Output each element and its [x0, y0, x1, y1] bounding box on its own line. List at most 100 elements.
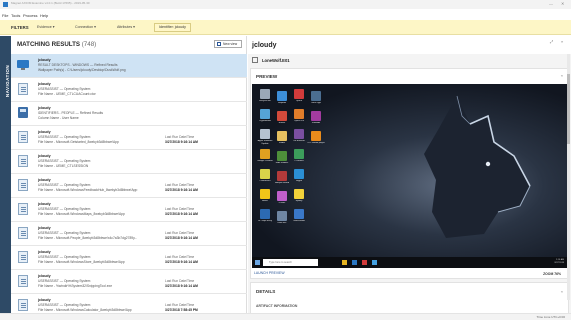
- detail-scrollbar[interactable]: [567, 54, 570, 300]
- result-row[interactable]: jcloudy USERASSIST — Operating System File…: [11, 198, 247, 222]
- result-detail: File Name - Microsoft.WindowsCalculator_…: [38, 308, 132, 312]
- preview-title: PREVIEW: [256, 74, 278, 79]
- app-icon: [294, 149, 304, 159]
- menu-file[interactable]: File: [2, 13, 8, 18]
- last-run-value: 3/27/2018 9:16:14 AM: [165, 236, 198, 240]
- expand-icon[interactable]: ⤢: [550, 39, 553, 44]
- desktop-shortcut-label: Spotify: [295, 200, 303, 202]
- evidence-filter-dropdown[interactable]: Evidence ▾: [37, 25, 55, 29]
- evidence-icon: [252, 57, 258, 63]
- menu-process[interactable]: Process: [23, 13, 37, 18]
- last-run-value: 3/27/2018 9:16:14 AM: [165, 140, 198, 144]
- new-view-button[interactable]: New view: [214, 40, 242, 48]
- result-detail: File Name - %windir%\System32\SnippingTo…: [38, 284, 113, 288]
- desktop-shortcut: Hotspot Shield: [275, 171, 289, 188]
- desktop-shortcut-label: TeamViewer: [293, 220, 305, 222]
- desktop-shortcut: Folder: [275, 131, 289, 148]
- result-row[interactable]: jcloudy RESULT DESKTOPS - WINDOWS — Refin…: [11, 54, 247, 78]
- preview-collapse-icon[interactable]: «: [561, 73, 563, 78]
- desktop-shortcut-label: Tor Browser: [293, 140, 305, 142]
- last-run-label: Last Run Date/Time: [165, 183, 195, 187]
- scrollbar-thumb[interactable]: [567, 74, 570, 144]
- minimize-button[interactable]: —: [549, 1, 553, 7]
- details-title: DETAILS: [256, 289, 276, 294]
- result-row[interactable]: jcloudy USERASSIST — Operating System File…: [11, 270, 247, 294]
- desktop-shortcut: Skype: [292, 169, 306, 186]
- result-category: USERASSIST — Operating System: [38, 135, 91, 139]
- desktop-shortcut-label: Recycle Bin: [259, 100, 271, 102]
- app-icon: [294, 109, 304, 119]
- details-collapse-icon[interactable]: «: [561, 289, 563, 294]
- last-run-value: 3/27/2018 9:16:14 AM: [165, 284, 198, 288]
- close-button[interactable]: ✕: [561, 1, 564, 7]
- artifact-information-label: ARTIFACT INFORMATION: [256, 304, 298, 308]
- menu-help[interactable]: Help: [40, 13, 48, 18]
- app-icon: [294, 209, 304, 219]
- result-row[interactable]: jcloudy USERASSIST — Operating System File…: [11, 126, 247, 150]
- results-panel: MATCHING RESULTS (748) New view jcloudy R…: [11, 36, 247, 320]
- desktop-shortcut-label: KeePass: [277, 222, 287, 224]
- result-row[interactable]: jcloudy USERASSIST — Operating System File…: [11, 246, 247, 270]
- result-category: USERASSIST — Operating System: [38, 207, 91, 211]
- desktop-shortcut: Spotify: [292, 189, 306, 206]
- result-row[interactable]: jcloudy IDENTIFIERS - PEOPLE — Refined Re…: [11, 102, 247, 126]
- document-icon: [18, 179, 28, 191]
- menu-tools[interactable]: Tools: [11, 13, 20, 18]
- desktop-shortcut: Google Chrome: [257, 149, 273, 166]
- desktop-shortcut: Dr. Wipe Easy: [258, 209, 272, 226]
- desktop-shortcut-label: VeraCrypt: [311, 102, 321, 104]
- desktop-shortcut: VLC media player: [307, 131, 325, 148]
- last-run-label: Last Run Date/Time: [165, 255, 195, 259]
- detail-header: jcloudy ⤢ »: [248, 36, 571, 54]
- results-count: (748): [81, 41, 97, 48]
- desktop-shortcut: Recycle Bin: [258, 89, 272, 106]
- result-detail: File Name - Microsoft.Getstarted_8wekyb3…: [38, 140, 119, 144]
- desktop-shortcut: TeamViewer: [292, 209, 306, 226]
- desktop-shortcut: ConEmu64: [258, 169, 272, 186]
- desktop-shortcut: Hide Folders: [275, 151, 289, 168]
- result-name: jcloudy: [38, 82, 51, 86]
- attributes-filter-dropdown[interactable]: Attributes ▾: [117, 25, 135, 29]
- identifier-filter-chip[interactable]: Identifier: jcloudy: [154, 23, 191, 32]
- result-row[interactable]: jcloudy USERASSIST — Operating System File…: [11, 174, 247, 198]
- app-icon: [260, 209, 270, 219]
- result-detail: File Name - Microsoft.People_8wekyb3d8bb…: [38, 236, 138, 240]
- document-icon: [18, 299, 28, 311]
- result-row[interactable]: jcloudy USERASSIST — Operating System File…: [11, 150, 247, 174]
- view-icon: [217, 42, 221, 46]
- desktop-shortcut-label: Avast: [262, 200, 268, 202]
- wallpaper-preview-image: Recycle Bin Cryptomator Apple Software Upd…: [252, 84, 567, 268]
- taskbar-search-box: Type here to search: [263, 259, 318, 266]
- result-row[interactable]: jcloudy USERASSIST — Operating System File…: [11, 222, 247, 246]
- last-run-value: 3/27/2018 9:16:14 AM: [165, 188, 198, 192]
- result-category: IDENTIFIERS - PEOPLE — Refined Results: [38, 111, 104, 115]
- results-header: MATCHING RESULTS (748) New view: [11, 36, 247, 51]
- collapse-panel-icon[interactable]: »: [561, 39, 563, 44]
- zoom-level[interactable]: ZOOM 76%: [543, 272, 561, 276]
- desktop-shortcut-label: Hide Folders: [275, 162, 289, 164]
- launch-preview-link[interactable]: LAUNCH PREVIEW: [254, 271, 285, 275]
- navigation-panel-toggle[interactable]: NAVIGATION: [0, 36, 11, 320]
- document-icon: [18, 227, 28, 239]
- desktop-shortcut: VeraCrypt: [309, 91, 323, 108]
- app-icon: [260, 149, 270, 159]
- preview-footer: LAUNCH PREVIEW ZOOM 76%: [250, 269, 568, 278]
- result-detail: File Name - Microsoft.WindowsStore_8weky…: [38, 260, 125, 264]
- result-detail: Wallpaper Path(s) - C:\Users\jcloudy\Des…: [38, 68, 126, 72]
- evidence-object[interactable]: LoneWolf.E01: [252, 56, 290, 65]
- last-run-label: Last Run Date/Time: [165, 135, 195, 139]
- desktop-shortcut: iTunes: [275, 191, 289, 208]
- detail-title: jcloudy: [252, 42, 277, 49]
- window-title: Magnet AXIOM Examine v4.0.1 (Build 17665…: [11, 1, 90, 5]
- result-name: jcloudy: [38, 202, 51, 206]
- result-detail: Column Name - User Name: [38, 116, 79, 120]
- store-icon: [362, 260, 367, 265]
- connection-filter-dropdown[interactable]: Connection ▾: [75, 25, 96, 29]
- app-icon: [277, 131, 287, 141]
- desktop-shortcut: Tor Browser: [292, 129, 306, 146]
- result-row[interactable]: jcloudy USERASSIST — Operating System File…: [11, 78, 247, 102]
- document-icon: [18, 275, 28, 287]
- details-card: DETAILS « ARTIFACT INFORMATION: [250, 282, 569, 314]
- last-run-value: 3/27/2018 9:16:14 AM: [165, 212, 198, 216]
- document-icon: [18, 131, 28, 143]
